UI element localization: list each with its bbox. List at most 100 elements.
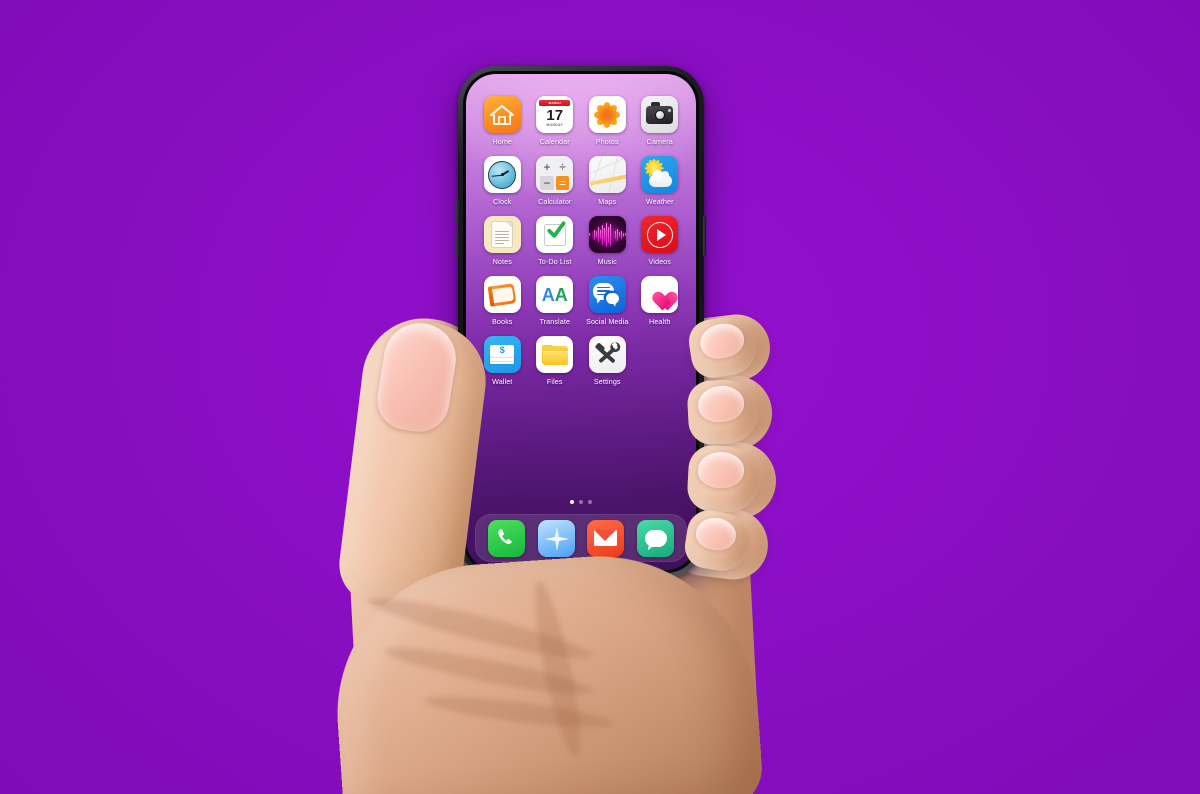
app-clock[interactable]: Clock bbox=[476, 156, 529, 206]
todo-checkbox bbox=[543, 220, 566, 246]
page-indicator[interactable] bbox=[466, 500, 696, 504]
flower-icon[interactable] bbox=[588, 96, 626, 133]
app-photos[interactable]: Photos bbox=[581, 96, 634, 146]
compass-glyph bbox=[544, 526, 569, 551]
sun-cloud-icon[interactable] bbox=[641, 156, 679, 193]
dock-item-mail[interactable] bbox=[587, 519, 625, 557]
dock-item-phone[interactable] bbox=[487, 519, 525, 557]
play-circle-icon[interactable] bbox=[641, 216, 679, 253]
cloud-glyph bbox=[649, 170, 673, 187]
page-dot-2[interactable] bbox=[579, 500, 583, 504]
volume-down-button[interactable] bbox=[456, 232, 459, 258]
tools-glyph bbox=[595, 341, 621, 363]
app-label: Health bbox=[649, 317, 671, 326]
app-label: Files bbox=[546, 377, 563, 386]
page-dot-1[interactable] bbox=[570, 500, 574, 504]
calendar-month: MARCH bbox=[548, 101, 561, 105]
app-grid: Home MARCH 17 MONDAY Calendar Photos Cam… bbox=[476, 96, 686, 386]
app-weather[interactable]: Weather bbox=[634, 156, 687, 206]
money-stack-icon[interactable]: $ bbox=[483, 336, 521, 373]
smartphone-device: Home MARCH 17 MONDAY Calendar Photos Cam… bbox=[456, 66, 706, 578]
flower-glyph bbox=[594, 101, 621, 128]
waveform-icon[interactable] bbox=[588, 216, 626, 253]
note-page-icon[interactable] bbox=[483, 216, 521, 253]
letter-a-green: A bbox=[554, 284, 568, 305]
heart-icon[interactable] bbox=[641, 276, 679, 313]
app-camera[interactable]: Camera bbox=[634, 96, 687, 146]
app-books[interactable]: Books bbox=[476, 276, 529, 326]
house-glyph bbox=[490, 104, 515, 125]
app-translate[interactable]: A A Translate bbox=[529, 276, 582, 326]
app-calendar[interactable]: MARCH 17 MONDAY Calendar bbox=[529, 96, 582, 146]
app-label: Social Media bbox=[586, 317, 629, 326]
app-label: Wallet bbox=[492, 377, 513, 386]
app-health[interactable]: Health bbox=[634, 276, 687, 326]
map-icon[interactable] bbox=[588, 156, 626, 193]
app-label: Music bbox=[597, 257, 617, 266]
camera-glyph bbox=[646, 102, 674, 124]
calendar-icon[interactable]: MARCH 17 MONDAY bbox=[536, 96, 574, 133]
camera-icon[interactable] bbox=[641, 96, 679, 133]
compass-icon bbox=[544, 526, 569, 551]
calc-key-minus: − bbox=[540, 176, 554, 190]
app-maps[interactable]: Maps bbox=[581, 156, 634, 206]
speech-bubble-icon bbox=[644, 529, 667, 547]
app-label: Clock bbox=[493, 197, 512, 206]
book-icon[interactable] bbox=[483, 276, 521, 313]
hammer-wrench-icon[interactable] bbox=[588, 336, 626, 373]
app-home[interactable]: Home bbox=[476, 96, 529, 146]
calculator-keys: + ÷ − = bbox=[540, 160, 570, 190]
note-glyph bbox=[492, 222, 513, 247]
calendar-day: 17 bbox=[546, 107, 564, 124]
app-label: Camera bbox=[646, 137, 673, 146]
phone-bezel: Home MARCH 17 MONDAY Calendar Photos Cam… bbox=[463, 71, 699, 573]
folder-icon[interactable] bbox=[536, 336, 574, 373]
power-button[interactable] bbox=[703, 216, 706, 256]
chat-bubbles-icon[interactable] bbox=[588, 276, 626, 313]
dock-item-safari[interactable] bbox=[537, 519, 575, 557]
calc-key-plus: + bbox=[543, 160, 551, 174]
app-videos[interactable]: Videos bbox=[634, 216, 687, 266]
app-label: Calculator bbox=[538, 197, 572, 206]
app-label: Home bbox=[492, 137, 513, 146]
dock-item-messages[interactable] bbox=[637, 519, 675, 557]
app-label: Maps bbox=[598, 197, 617, 206]
app-label: Weather bbox=[645, 197, 674, 206]
calc-key-equals: = bbox=[555, 176, 570, 190]
heart-glyph bbox=[648, 284, 671, 305]
bubbles-glyph bbox=[592, 282, 622, 308]
letter-a-blue: A bbox=[541, 284, 555, 305]
waveform-glyph bbox=[588, 222, 626, 248]
app-music[interactable]: Music bbox=[581, 216, 634, 266]
app-label: Photos bbox=[595, 137, 619, 146]
folder-glyph bbox=[541, 344, 568, 365]
app-label: Books bbox=[492, 317, 513, 326]
check-glyph bbox=[547, 220, 566, 238]
clock-face bbox=[488, 160, 517, 189]
app-todo-list[interactable]: To-Do List bbox=[529, 216, 582, 266]
app-label: Translate bbox=[539, 317, 571, 326]
phone-screen[interactable]: Home MARCH 17 MONDAY Calendar Photos Cam… bbox=[466, 74, 696, 570]
app-notes[interactable]: Notes bbox=[476, 216, 529, 266]
calculator-icon[interactable]: + ÷ − = bbox=[536, 156, 574, 193]
app-label: Settings bbox=[593, 377, 621, 386]
app-calculator[interactable]: + ÷ − = Calculator bbox=[529, 156, 582, 206]
app-label: To-Do List bbox=[538, 257, 572, 266]
letters-aa-icon[interactable]: A A bbox=[536, 276, 574, 313]
play-triangle bbox=[656, 228, 666, 241]
calendar-month-bar: MARCH bbox=[539, 100, 571, 106]
checkbox-check-icon[interactable] bbox=[536, 216, 574, 253]
app-label: Videos bbox=[648, 257, 671, 266]
calendar-weekday: MONDAY bbox=[546, 123, 564, 127]
app-social-media[interactable]: Social Media bbox=[581, 276, 634, 326]
app-settings[interactable]: Settings bbox=[581, 336, 634, 386]
page-dot-3[interactable] bbox=[588, 500, 592, 504]
app-files[interactable]: Files bbox=[529, 336, 582, 386]
volume-up-button[interactable] bbox=[456, 198, 459, 224]
map-glyph bbox=[588, 156, 626, 193]
dock bbox=[475, 514, 687, 562]
play-ring bbox=[646, 221, 673, 248]
app-label: Notes bbox=[492, 257, 512, 266]
house-icon[interactable] bbox=[483, 96, 521, 133]
clock-icon[interactable] bbox=[483, 156, 521, 193]
